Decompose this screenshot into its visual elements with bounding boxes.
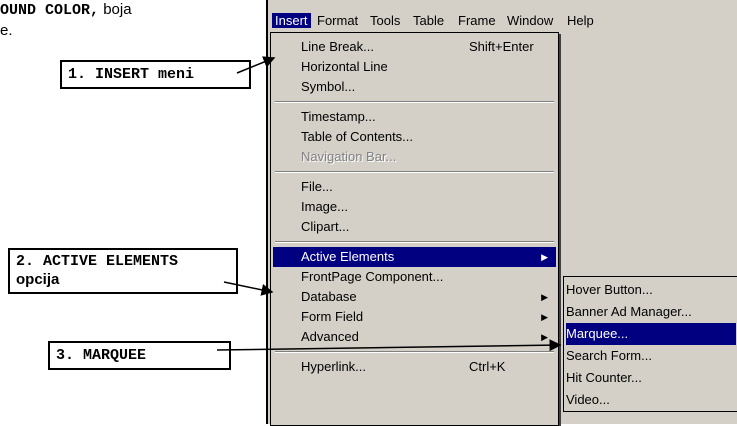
submenu-item-banner-ad-manager[interactable]: Banner Ad Manager...	[566, 301, 736, 323]
menu-item-image[interactable]: Image...	[273, 197, 556, 217]
caption-mono: OUND COLOR,	[0, 2, 100, 19]
menu-item-table-of-contents[interactable]: Table of Contents...	[273, 127, 556, 147]
active-elements-submenu: Hover Button... Banner Ad Manager... Mar…	[563, 276, 737, 412]
menu-bar: Insert Format Tools Table Frame Window H…	[268, 10, 737, 32]
menu-item-advanced[interactable]: Advanced ▶	[273, 327, 556, 347]
menu-item-database[interactable]: Database ▶	[273, 287, 556, 307]
insert-menu: Line Break... Shift+Enter Horizontal Line…	[270, 32, 559, 426]
menu-tools[interactable]: Tools	[367, 13, 403, 28]
menu-format[interactable]: Format	[314, 13, 361, 28]
menu-separator	[275, 171, 554, 173]
callout-active-elements: 2. ACTIVE ELEMENTS opcija	[8, 248, 238, 294]
caption-rest: boja	[99, 1, 132, 18]
menu-item-line-break[interactable]: Line Break... Shift+Enter	[273, 37, 556, 57]
submenu-item-hover-button[interactable]: Hover Button...	[566, 279, 736, 301]
submenu-arrow-icon: ▶	[541, 252, 548, 262]
callout-insert-menu: 1. INSERT meni	[60, 60, 251, 89]
menu-item-file[interactable]: File...	[273, 177, 556, 197]
menu-help[interactable]: Help	[564, 13, 597, 28]
menu-window[interactable]: Window	[504, 13, 556, 28]
callout-marquee: 3. MARQUEE	[48, 341, 231, 370]
menu-insert[interactable]: Insert	[272, 13, 311, 28]
menu-item-active-elements[interactable]: Active Elements ▶	[273, 247, 556, 267]
submenu-item-video[interactable]: Video...	[566, 389, 736, 411]
submenu-item-search-form[interactable]: Search Form...	[566, 345, 736, 367]
menu-table[interactable]: Table	[410, 13, 447, 28]
menu-item-horizontal-line[interactable]: Horizontal Line	[273, 57, 556, 77]
menu-item-navigation-bar: Navigation Bar...	[301, 149, 397, 164]
menu-separator	[275, 241, 554, 243]
caption-line2: e.	[0, 22, 13, 39]
submenu-arrow-icon: ▶	[541, 292, 548, 302]
menu-item-frontpage-component[interactable]: FrontPage Component...	[273, 267, 556, 287]
submenu-arrow-icon: ▶	[541, 332, 548, 342]
submenu-arrow-icon: ▶	[541, 312, 548, 322]
menu-item-form-field[interactable]: Form Field ▶	[273, 307, 556, 327]
menu-frame[interactable]: Frame	[455, 13, 499, 28]
submenu-item-hit-counter[interactable]: Hit Counter...	[566, 367, 736, 389]
menu-separator	[275, 351, 554, 353]
menu-item-symbol[interactable]: Symbol...	[273, 77, 556, 97]
caption-text: OUND COLOR, boja e.	[0, 0, 260, 41]
menu-item-hyperlink[interactable]: Hyperlink... Ctrl+K	[273, 357, 556, 377]
menu-item-clipart[interactable]: Clipart...	[273, 217, 556, 237]
menu-item-timestamp[interactable]: Timestamp...	[273, 107, 556, 127]
menu-separator	[275, 101, 554, 103]
submenu-item-marquee[interactable]: Marquee...	[566, 323, 736, 345]
